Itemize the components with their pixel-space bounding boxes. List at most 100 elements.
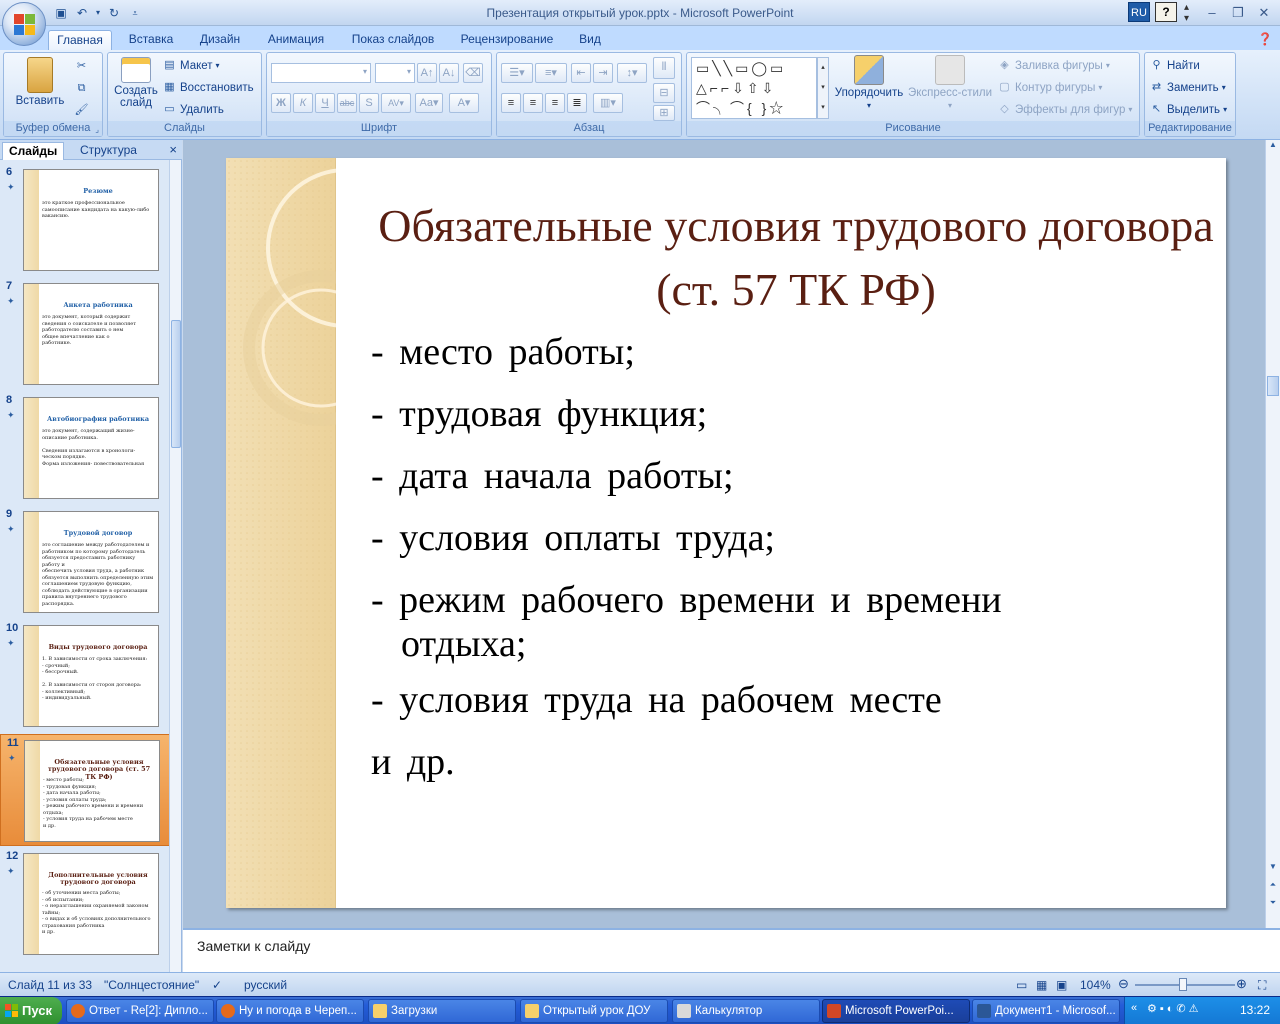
panel-scroll-thumb[interactable] bbox=[171, 320, 181, 448]
replace-button[interactable]: ⇄ Заменить ▾ bbox=[1149, 80, 1226, 95]
character-spacing-icon[interactable]: AV▾ bbox=[381, 93, 411, 113]
scroll-down-icon[interactable]: ▼ bbox=[1266, 862, 1280, 876]
delete-slide-button[interactable]: ▭ Удалить bbox=[162, 102, 224, 117]
arrange-button[interactable]: Упорядочить ▾ bbox=[833, 55, 905, 111]
slide-sorter-icon[interactable]: ▦ bbox=[1036, 978, 1047, 992]
close-panel-icon[interactable]: × bbox=[169, 142, 177, 157]
new-slide-button[interactable]: Создать слайд bbox=[112, 57, 160, 109]
current-slide[interactable]: Обязательные условия трудового договора … bbox=[226, 158, 1226, 908]
layout-button[interactable]: ▤ Макет ▾ bbox=[162, 58, 219, 73]
underline-icon[interactable]: Ч bbox=[315, 93, 335, 113]
minimize-button[interactable]: – bbox=[1200, 4, 1224, 22]
shapes-gallery-scroll[interactable]: ▴ ▾ ▾ bbox=[817, 57, 829, 119]
task-calculator[interactable]: Калькулятор bbox=[672, 999, 820, 1023]
tab-insert[interactable]: Вставка bbox=[120, 30, 182, 50]
decrease-indent-icon[interactable]: ⇤ bbox=[571, 63, 591, 83]
font-color-icon[interactable]: A▾ bbox=[449, 93, 479, 113]
tab-slideshow[interactable]: Показ слайдов bbox=[342, 30, 444, 50]
tray-icons[interactable]: ⚙▪◐✆⚠ bbox=[1147, 1002, 1201, 1015]
zoom-level[interactable]: 104% bbox=[1080, 978, 1111, 992]
columns-icon[interactable]: ▥▾ bbox=[593, 93, 623, 113]
smartart-icon[interactable]: ⊞ bbox=[653, 105, 675, 121]
zoom-in-icon[interactable]: ⊕ bbox=[1236, 976, 1247, 992]
task-powerpoint[interactable]: Microsoft PowerPoi... bbox=[822, 999, 970, 1023]
task-firefox-weather[interactable]: Ну и погода в Череп... bbox=[216, 999, 364, 1023]
tab-design[interactable]: Дизайн bbox=[190, 30, 250, 50]
select-button[interactable]: ↖ Выделить ▾ bbox=[1149, 102, 1227, 117]
tab-view[interactable]: Вид bbox=[570, 30, 610, 50]
next-slide-icon[interactable]: ⏷ bbox=[1266, 898, 1280, 912]
panel-scrollbar[interactable] bbox=[169, 160, 181, 972]
bold-icon[interactable]: Ж bbox=[271, 93, 291, 113]
quick-styles-button[interactable]: Экспресс-стили ▾ bbox=[907, 55, 993, 111]
language-bar-menu-icon[interactable]: ▴ ▾ bbox=[1184, 2, 1194, 24]
clear-formatting-icon[interactable]: ⌫ bbox=[463, 63, 483, 83]
fit-to-window-icon[interactable]: ⛶ bbox=[1258, 978, 1266, 993]
close-window-button[interactable]: ✕ bbox=[1252, 4, 1276, 22]
task-firefox-mail[interactable]: Ответ - Re[2]: Дипло... bbox=[66, 999, 214, 1023]
tray-expand-icon[interactable]: « bbox=[1131, 1002, 1137, 1014]
slide-thumbnail-10[interactable]: 10 ✦ Виды трудового договора 1. В зависимос… bbox=[0, 620, 170, 732]
tab-outline-panel[interactable]: Структура bbox=[74, 142, 143, 160]
shape-fill-button[interactable]: ◈ Заливка фигуры ▾ bbox=[997, 58, 1110, 73]
font-size-combo[interactable]: ▾ bbox=[375, 63, 415, 83]
find-button[interactable]: ⚲ Найти bbox=[1149, 58, 1199, 73]
shapes-gallery[interactable]: ▭╲╲▭◯▭ △⌐⌐⇩⇧⇩ ⌒╮⌒{ }☆ bbox=[691, 57, 817, 119]
tab-animation[interactable]: Анимация bbox=[258, 30, 334, 50]
task-word[interactable]: Документ1 - Microsof... bbox=[972, 999, 1120, 1023]
help-ribbon-icon[interactable]: ❓ bbox=[1256, 30, 1274, 50]
clipboard-launcher-icon[interactable]: ⌟ bbox=[95, 125, 99, 134]
task-lesson-folder[interactable]: Открытый урок ДОУ bbox=[520, 999, 668, 1023]
scroll-up-icon[interactable]: ▲ bbox=[1266, 140, 1280, 154]
restore-button[interactable]: ❐ bbox=[1226, 4, 1250, 22]
format-painter-icon[interactable]: 🖌 bbox=[74, 103, 89, 118]
grow-font-icon[interactable]: A↑ bbox=[417, 63, 437, 83]
reset-button[interactable]: ▦ Восстановить bbox=[162, 80, 253, 95]
cut-icon[interactable]: ✂ bbox=[74, 59, 89, 74]
slide-body[interactable]: - место работы; - трудовая функция; - да… bbox=[371, 328, 1211, 800]
align-center-icon[interactable]: ≡ bbox=[523, 93, 543, 113]
slide-thumbnail-11[interactable]: 11 ✦ Обязательные условия трудового догово… bbox=[0, 734, 170, 846]
tab-review[interactable]: Рецензирование bbox=[452, 30, 562, 50]
shape-effects-button[interactable]: ◇ Эффекты для фигур ▾ bbox=[997, 102, 1132, 117]
text-direction-icon[interactable]: ⫴ bbox=[653, 57, 675, 79]
tab-slides-panel[interactable]: Слайды bbox=[2, 142, 65, 160]
italic-icon[interactable]: К bbox=[293, 93, 313, 113]
slideshow-view-icon[interactable]: ▣ bbox=[1056, 978, 1067, 992]
font-name-combo[interactable]: ▾ bbox=[271, 63, 371, 83]
slide-thumbnail-7[interactable]: 7 ✦ Анкета работника это документ, который … bbox=[0, 278, 170, 390]
copy-icon[interactable]: ⧉ bbox=[74, 81, 89, 96]
help-button[interactable]: ? bbox=[1155, 2, 1177, 22]
slide-title[interactable]: Обязательные условия трудового договора … bbox=[376, 194, 1216, 322]
shape-outline-button[interactable]: ▢ Контур фигуры ▾ bbox=[997, 80, 1102, 95]
bullets-icon[interactable]: ☰▾ bbox=[501, 63, 533, 83]
align-text-icon[interactable]: ⊟ bbox=[653, 83, 675, 103]
start-button[interactable]: Пуск bbox=[0, 997, 62, 1024]
justify-icon[interactable]: ≣ bbox=[567, 93, 587, 113]
line-spacing-icon[interactable]: ↕▾ bbox=[617, 63, 647, 83]
paste-button[interactable]: Вставить bbox=[14, 57, 66, 107]
slide-thumbnail-8[interactable]: 8 ✦ Автобиография работника это документ, с… bbox=[0, 392, 170, 504]
normal-view-icon[interactable]: ▭ bbox=[1016, 978, 1027, 992]
align-left-icon[interactable]: ≡ bbox=[501, 93, 521, 113]
office-button[interactable] bbox=[2, 2, 46, 46]
slide-thumbnail-6[interactable]: 6 ✦ Резюме это краткое профессиональное сам… bbox=[0, 164, 170, 276]
shadow-icon[interactable]: S bbox=[359, 93, 379, 113]
align-right-icon[interactable]: ≡ bbox=[545, 93, 565, 113]
language-indicator[interactable]: RU bbox=[1128, 2, 1150, 22]
notes-pane[interactable]: Заметки к слайду bbox=[183, 928, 1280, 972]
previous-slide-icon[interactable]: ⏶ bbox=[1266, 880, 1280, 894]
numbering-icon[interactable]: ≡▾ bbox=[535, 63, 567, 83]
strikethrough-icon[interactable]: abc bbox=[337, 93, 357, 113]
language-status[interactable]: русский bbox=[244, 978, 287, 992]
increase-indent-icon[interactable]: ⇥ bbox=[593, 63, 613, 83]
zoom-slider-thumb[interactable] bbox=[1179, 978, 1187, 991]
shrink-font-icon[interactable]: A↓ bbox=[439, 63, 459, 83]
task-downloads-folder[interactable]: Загрузки bbox=[368, 999, 516, 1023]
zoom-out-icon[interactable]: ⊖ bbox=[1118, 976, 1129, 992]
slide-scroll-thumb[interactable] bbox=[1267, 376, 1279, 396]
change-case-icon[interactable]: Aa▾ bbox=[415, 93, 443, 113]
tab-home[interactable]: Главная bbox=[48, 30, 112, 50]
slide-thumbnail-9[interactable]: 9 ✦ Трудовой договор это соглашение между р… bbox=[0, 506, 170, 618]
slide-thumbnail-12[interactable]: 12 ✦ Дополнительные условия трудового дого… bbox=[0, 848, 170, 960]
